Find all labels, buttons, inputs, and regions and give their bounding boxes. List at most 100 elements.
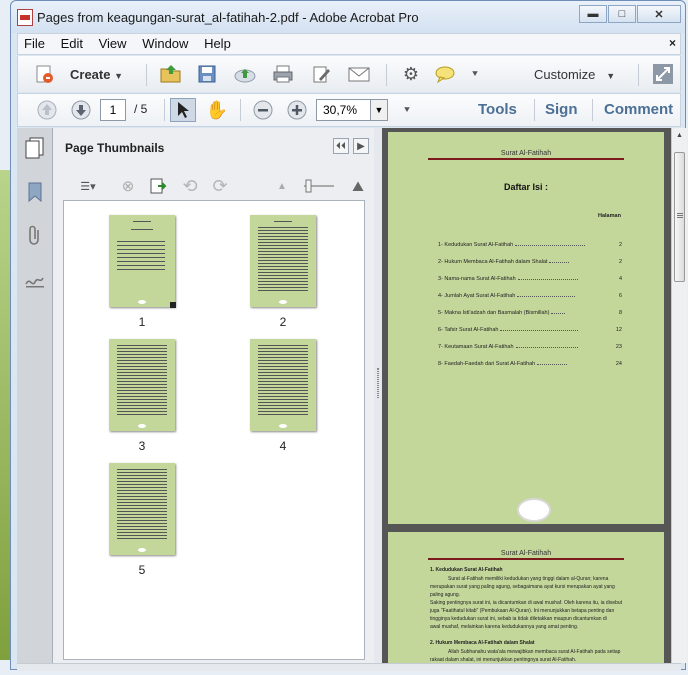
toolbar-overflow-icon[interactable]: ⯆	[462, 62, 488, 86]
print-icon[interactable]	[270, 62, 296, 86]
menu-window[interactable]: Window	[142, 34, 188, 54]
small-thumbnails-icon[interactable]: ▲	[269, 174, 295, 198]
delete-page-icon[interactable]: ⊗	[115, 174, 141, 198]
toc-entry-text: Keutamaan Surat Al-Fatihah	[444, 344, 514, 350]
menu-view[interactable]: View	[99, 34, 127, 54]
toc-entry-text: Nama-nama Surat Al-Fatihah	[444, 276, 516, 282]
signatures-icon[interactable]	[22, 268, 48, 292]
large-thumbnails-icon[interactable]: ⛰	[345, 174, 371, 198]
scrollbar-thumb[interactable]	[674, 152, 685, 282]
create-label: Create	[70, 67, 111, 82]
options-menu-icon[interactable]: ☰▾	[73, 174, 103, 198]
hand-tool-icon[interactable]: ✋	[204, 98, 230, 122]
save-icon[interactable]	[194, 62, 220, 86]
create-pdf-icon[interactable]	[32, 62, 58, 86]
email-icon[interactable]	[346, 62, 372, 86]
menu-help[interactable]: Help	[204, 34, 231, 54]
sign-pane-button[interactable]: Sign	[545, 101, 578, 118]
thumbnail-size-slider[interactable]	[301, 174, 337, 198]
comment-bubble-icon[interactable]	[432, 62, 458, 86]
toc-entry-page: 8	[618, 310, 622, 316]
toc-entry[interactable]: 1- Kedudukan Surat Al-Fatihah 2	[438, 242, 622, 248]
toc-entry[interactable]: 3- Nama-nama Surat Al-Fatihah 4	[438, 276, 622, 282]
full-screen-icon[interactable]	[650, 62, 676, 86]
toc-title: Daftar Isi :	[503, 182, 548, 192]
toc-entry-number: 6-	[438, 327, 443, 333]
expand-panel-icon[interactable]: ▶	[353, 138, 369, 154]
attachment-paperclip-icon[interactable]	[22, 224, 48, 248]
comment-pane-button[interactable]: Comment	[604, 101, 673, 118]
toolbar-divider	[592, 99, 593, 121]
select-cursor-icon[interactable]	[170, 98, 196, 122]
vertical-scrollbar[interactable]: ▲	[671, 128, 687, 663]
create-button[interactable]: Create ▼	[70, 67, 123, 82]
body-text-line: Allah Subhanahu wata'ala mewajibkan memb…	[448, 649, 621, 655]
desktop-edge	[0, 170, 10, 660]
tools-pane-button[interactable]: Tools	[478, 101, 517, 118]
toc-entry[interactable]: 7- Keutamaan Surat Al-Fatihah 23	[438, 344, 622, 350]
body-text-line: awal mushaf, melainkan karena kedudukann…	[430, 624, 579, 630]
zoom-in-icon[interactable]	[284, 98, 310, 122]
toc-entry-number: 8-	[438, 361, 443, 367]
pdf-app-icon	[17, 9, 33, 26]
page-header: Surat Al-Fatihah	[500, 150, 552, 157]
thumbnail-page-3[interactable]	[109, 339, 175, 431]
zoom-dropdown-button[interactable]: ▼	[370, 99, 388, 121]
upload-cloud-icon[interactable]	[232, 62, 258, 86]
toc-entry[interactable]: 6- Tafsir Surat Al-Fatihah 12	[438, 327, 622, 333]
page-number-input[interactable]: 1	[100, 99, 126, 121]
document-view[interactable]: Surat Al-Fatihah Daftar Isi : Halaman 1-…	[382, 128, 671, 663]
edit-document-icon[interactable]	[308, 62, 334, 86]
document-page-2: Surat Al-Fatihah 1. Kedudukan Surat Al-F…	[388, 532, 664, 663]
open-folder-icon[interactable]	[158, 62, 184, 86]
thumbnail-label: 1	[138, 315, 146, 329]
customize-button[interactable]: Customize ▼	[534, 67, 615, 82]
next-page-icon[interactable]	[68, 98, 94, 122]
close-document-button[interactable]: ×	[669, 36, 676, 50]
body-text-line: juga "Faatihatul kitab" (Pembukaan Al-Qu…	[430, 608, 615, 614]
scroll-up-icon[interactable]: ▲	[674, 132, 685, 144]
thumbnail-page-4[interactable]	[250, 339, 316, 431]
menu-file[interactable]: File	[24, 34, 45, 54]
header-rule	[428, 158, 624, 160]
title-bar: Pages from keagungan-surat_al-fatihah-2.…	[11, 1, 685, 33]
chevron-down-icon: ▼	[114, 71, 124, 81]
close-button[interactable]: ✕	[637, 5, 681, 23]
insert-page-icon[interactable]	[145, 174, 171, 198]
toc-entry-text: Hukum Membaca Al-Fatihah dalam Shalat	[444, 259, 548, 265]
gear-icon[interactable]: ⚙	[398, 62, 424, 86]
thumbnail-page-5[interactable]	[109, 463, 175, 555]
toc-entry[interactable]: 2- Hukum Membaca Al-Fatihah dalam Shalat…	[438, 259, 622, 265]
toc-entry-number: 4-	[438, 293, 443, 299]
bookmark-icon[interactable]	[22, 180, 48, 204]
toolbar-divider	[146, 64, 147, 86]
body-text-line: paling agung.	[430, 592, 461, 598]
rotate-left-icon[interactable]: ⟲	[177, 174, 203, 198]
panel-splitter[interactable]	[374, 128, 382, 663]
status-bar	[17, 663, 681, 671]
thumbnail-page-2[interactable]	[250, 215, 316, 307]
window-title: Pages from keagungan-surat_al-fatihah-2.…	[37, 10, 419, 25]
rotate-right-icon[interactable]: ⟳	[207, 174, 233, 198]
header-rule	[428, 558, 624, 560]
toc-entry-page: 12	[615, 327, 622, 333]
thumbnail-page-1[interactable]	[109, 215, 176, 308]
toc-entry-number: 5-	[438, 310, 443, 316]
toolbar-overflow-icon[interactable]: ⯆	[394, 98, 420, 122]
menu-edit[interactable]: Edit	[61, 34, 83, 54]
maximize-button[interactable]: □	[608, 5, 636, 23]
window-controls: ▬ □ ✕	[578, 5, 681, 23]
minimize-button[interactable]: ▬	[579, 5, 607, 23]
zoom-level-input[interactable]: 30,7%	[316, 99, 372, 121]
toolbar-divider	[164, 99, 165, 121]
collapse-panel-icon[interactable]: ⏴⏴	[333, 138, 349, 154]
thumbnail-label: 5	[138, 563, 146, 577]
toc-entry[interactable]: 8- Faedah-Faedah dari Surat Al-Fatihah 24	[438, 361, 622, 367]
previous-page-icon[interactable]	[34, 98, 60, 122]
customize-label: Customize	[534, 67, 596, 82]
zoom-out-icon[interactable]	[250, 98, 276, 122]
toc-entry[interactable]: 4- Jumlah Ayat Surat Al-Fatihah 6	[438, 293, 622, 299]
chevron-down-icon: ▼	[374, 105, 384, 115]
body-text-line: Surat al-Fatihah memiliki kedudukan yang…	[448, 576, 609, 582]
toc-entry[interactable]: 5- Makna Isti'adzah dan Basmalah (Bismil…	[438, 310, 622, 316]
